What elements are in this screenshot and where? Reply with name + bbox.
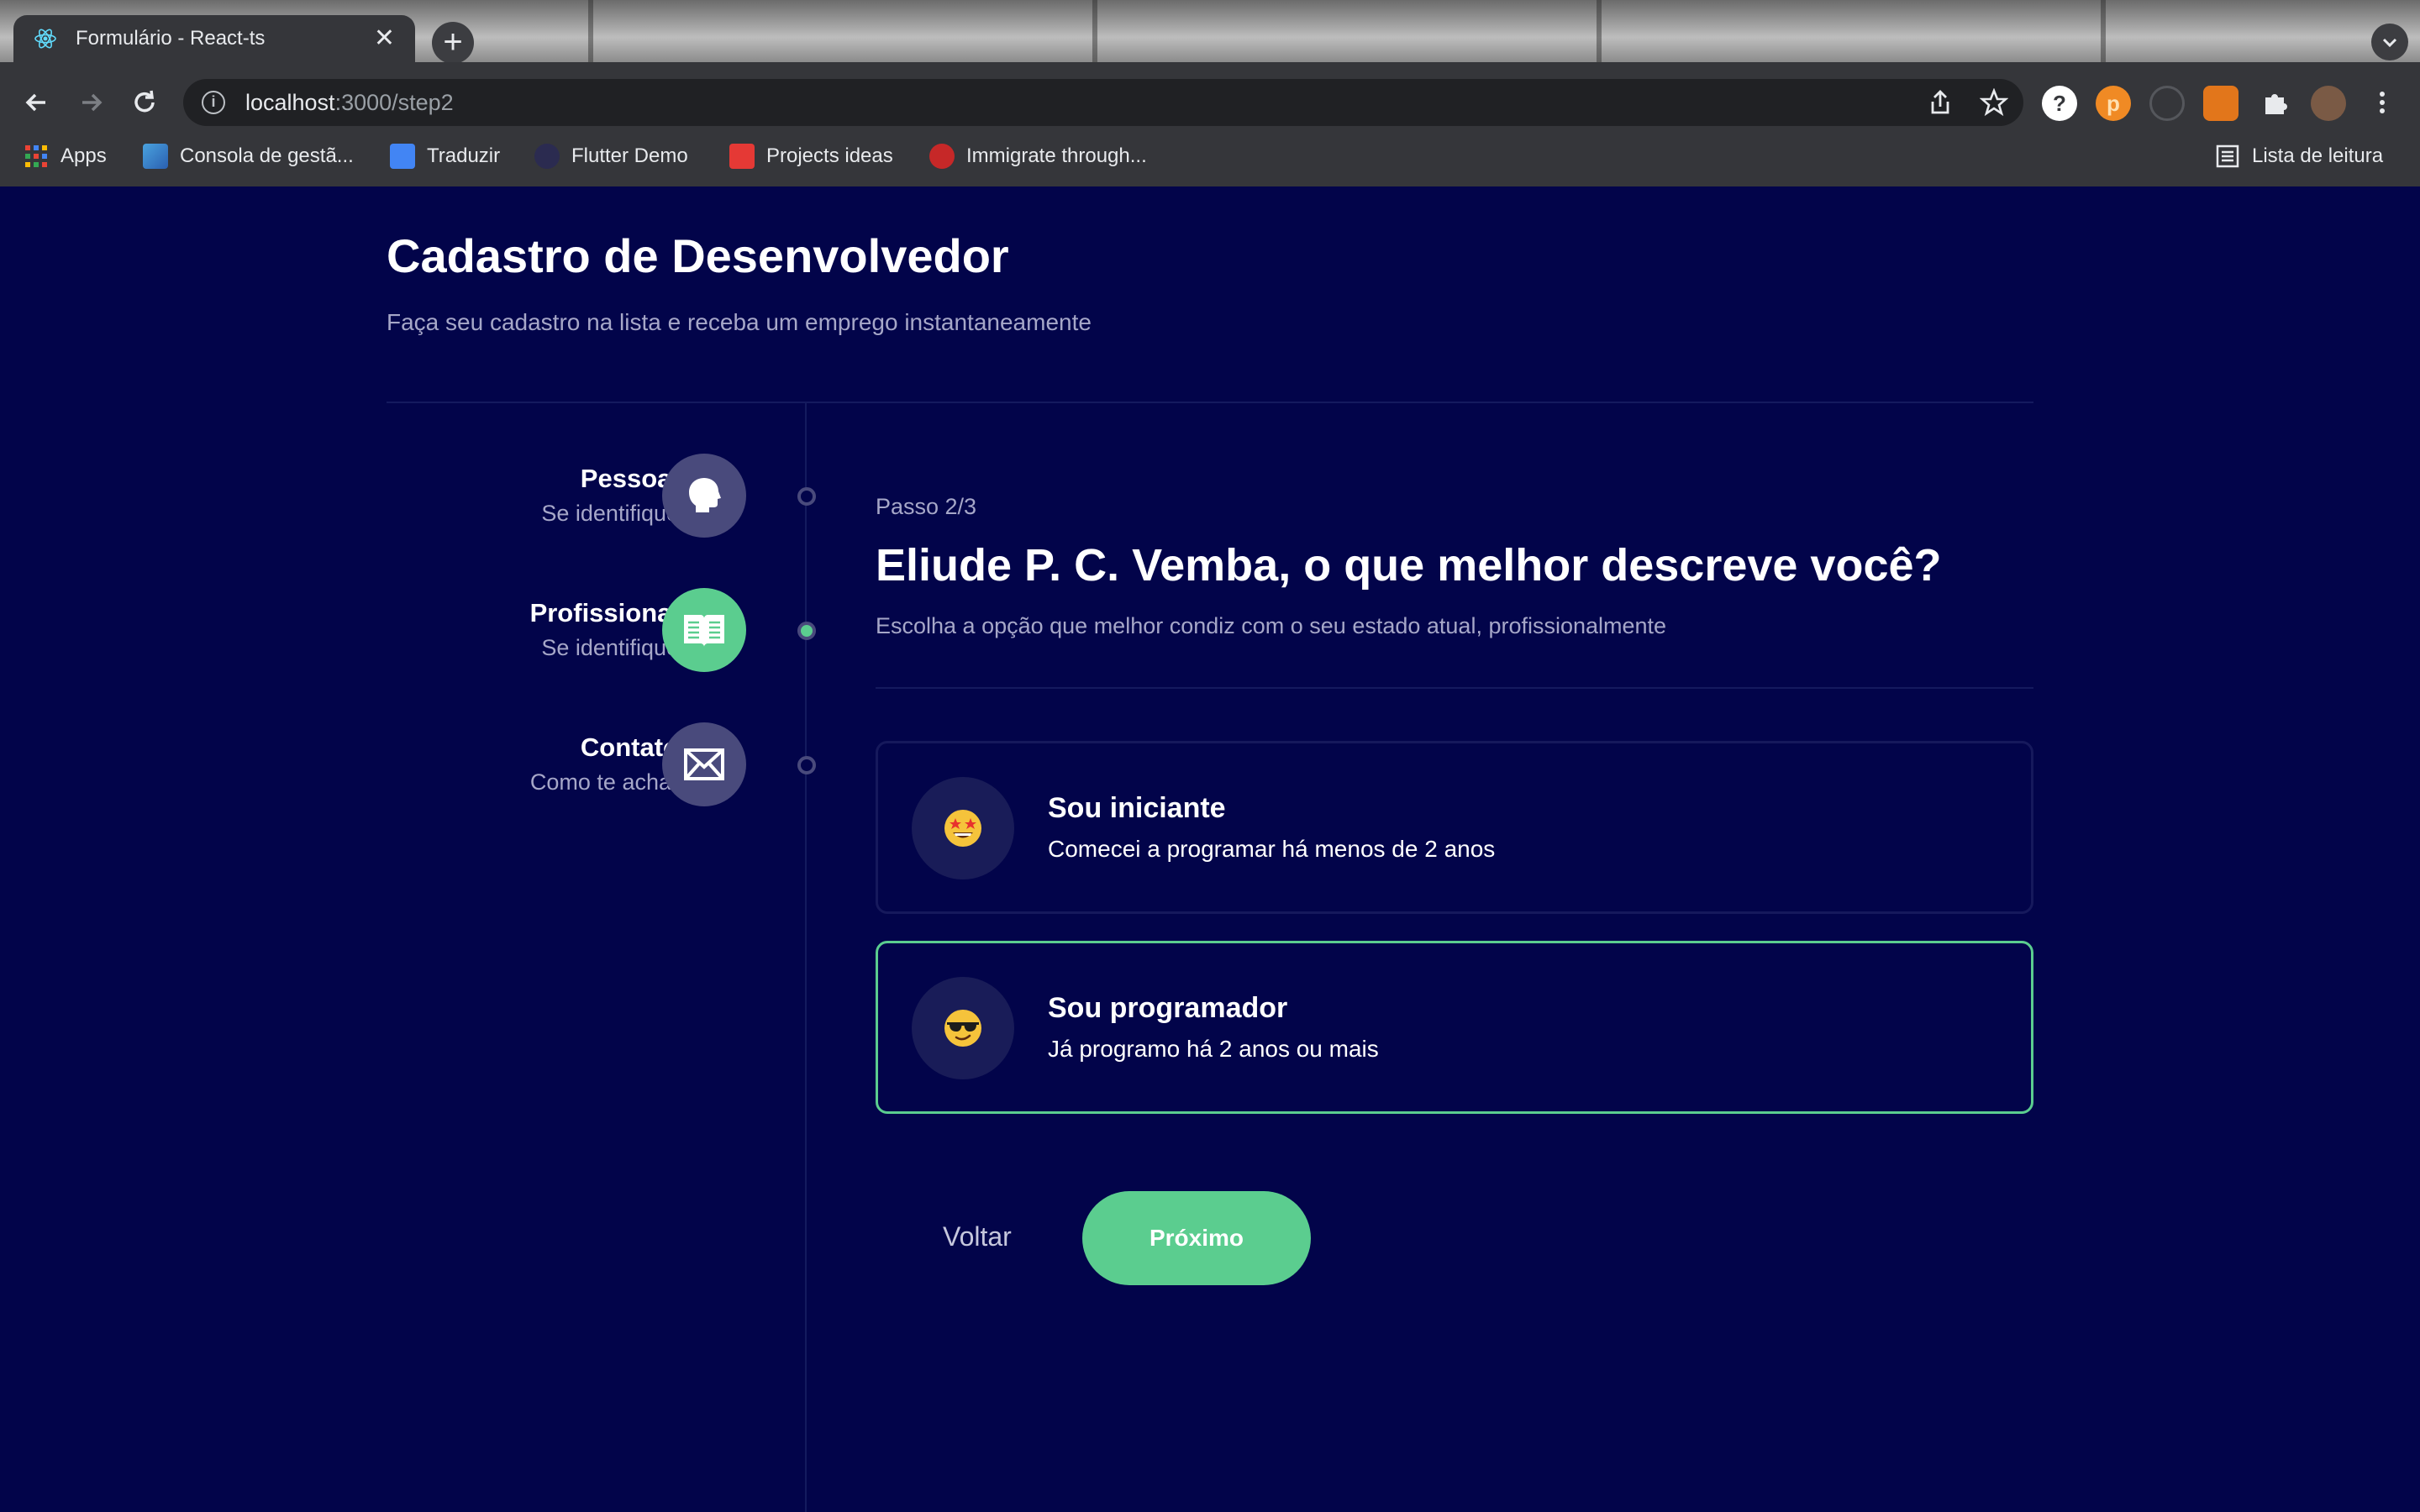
forward-arrow-icon[interactable] [74,86,108,119]
sunglasses-emoji-icon [912,977,1014,1079]
option-description: Comecei a programar há menos de 2 anos [1048,836,1496,862]
fox-extension-icon[interactable] [2203,86,2238,121]
step-description: Se identifique [541,635,679,660]
tab-search-button[interactable] [2371,24,2408,60]
maple-leaf-icon [929,144,955,169]
step-description: Como te achar [529,769,679,795]
bookmark-apps[interactable]: Apps [24,141,107,171]
bookmark-label: Immigrate through... [966,144,1147,167]
bookmark-flutter[interactable]: Flutter Demo [534,141,688,171]
step-pessoal[interactable]: Pessoal Se identifique [387,454,840,538]
new-tab-button[interactable]: + [432,22,474,64]
steps-vertical-line [805,403,807,1512]
step-title: Profissional [529,598,679,627]
step-description: Se identifique [541,501,679,526]
background-branch [1597,0,1602,62]
tab-title: Formulário - React-ts [76,27,266,50]
bookmark-label: Flutter Demo [571,144,688,167]
browser-tab[interactable]: Formulário - React-ts ✕ [13,15,415,62]
site-info-icon[interactable]: i [202,91,225,114]
divider [387,402,2033,403]
translate-icon [390,144,415,169]
step-profissional[interactable]: Profissional Se identifique [387,588,840,672]
bookmark-console[interactable]: Consola de gestã... [143,141,354,171]
bookmark-label: Traduzir [427,144,501,167]
page: Cadastro de Desenvolvedor Faça seu cadas… [0,186,2420,1512]
address-bar[interactable]: i localhost:3000/step2 [183,79,2023,126]
url-host: localhost [245,89,335,115]
bookmark-label: Apps [60,144,107,167]
bookmark-label: Consola de gestã... [180,144,354,167]
person-head-icon [689,478,721,512]
book-icon [684,615,724,647]
question-subtitle: Escolha a opção que melhor condiz com o … [876,613,1667,638]
bookmark-immigrate[interactable]: Immigrate through... [929,141,1147,171]
tab-close-icon[interactable]: ✕ [374,26,395,51]
question-title: Eliude P. C. Vemba, o que melhor descrev… [876,540,1942,591]
help-extension-icon[interactable]: ? [2042,86,2077,121]
option-programador[interactable]: Sou programador Já programo há 2 anos ou… [876,941,2033,1114]
step-dot [797,756,816,774]
next-button[interactable]: Próximo [1082,1191,1311,1285]
step-dot [797,622,816,640]
background-branch [1092,0,1097,62]
reload-icon[interactable] [128,86,161,119]
star-struck-emoji-icon [912,777,1014,879]
apps-grid-icon [25,145,47,167]
step-icon-circle [662,454,746,538]
profile-avatar[interactable] [2311,86,2346,121]
step-counter: Passo 2/3 [876,494,977,519]
bookmark-star-icon[interactable] [1979,87,2009,117]
step-icon-circle [662,588,746,672]
bookmark-icon [729,144,755,169]
back-button[interactable]: Voltar [943,1221,1012,1252]
bookmark-label: Projects ideas [766,144,893,167]
step-dot [797,487,816,506]
url-path: :3000/step2 [334,89,454,115]
option-title: Sou iniciante [1048,792,1226,824]
bookmark-translate[interactable]: Traduzir [390,141,500,171]
menu-dots-icon[interactable] [2368,88,2396,117]
background-branch [588,0,593,62]
option-title: Sou programador [1048,992,1288,1024]
orange-extension-icon[interactable]: p [2096,86,2131,121]
grey-extension-icon[interactable] [2149,86,2185,121]
reading-list-icon [2216,144,2239,168]
background-branch [2101,0,2106,62]
reading-list-button[interactable]: Lista de leitura [2215,141,2383,171]
option-iniciante[interactable]: Sou iniciante Comecei a programar há men… [876,741,2033,914]
puzzle-extensions-icon[interactable] [2257,86,2292,121]
option-description: Já programo há 2 anos ou mais [1048,1036,1379,1062]
step-contato[interactable]: Contato Como te achar [387,722,840,806]
divider [876,687,2033,689]
envelope-icon [684,748,724,780]
chevron-down-icon [2382,38,2397,48]
step-icon-circle [662,722,746,806]
reading-list-label: Lista de leitura [2252,144,2384,167]
bookmark-projects[interactable]: Projects ideas [729,141,893,171]
page-subtitle: Faça seu cadastro na lista e receba um e… [387,309,1092,335]
back-arrow-icon[interactable] [20,86,54,119]
flutter-icon [534,144,560,169]
bookmarks-bar [0,126,2420,186]
share-icon[interactable] [1926,88,1954,117]
react-logo-icon [34,29,56,49]
console-icon [143,144,168,169]
page-title: Cadastro de Desenvolvedor [387,229,1009,282]
